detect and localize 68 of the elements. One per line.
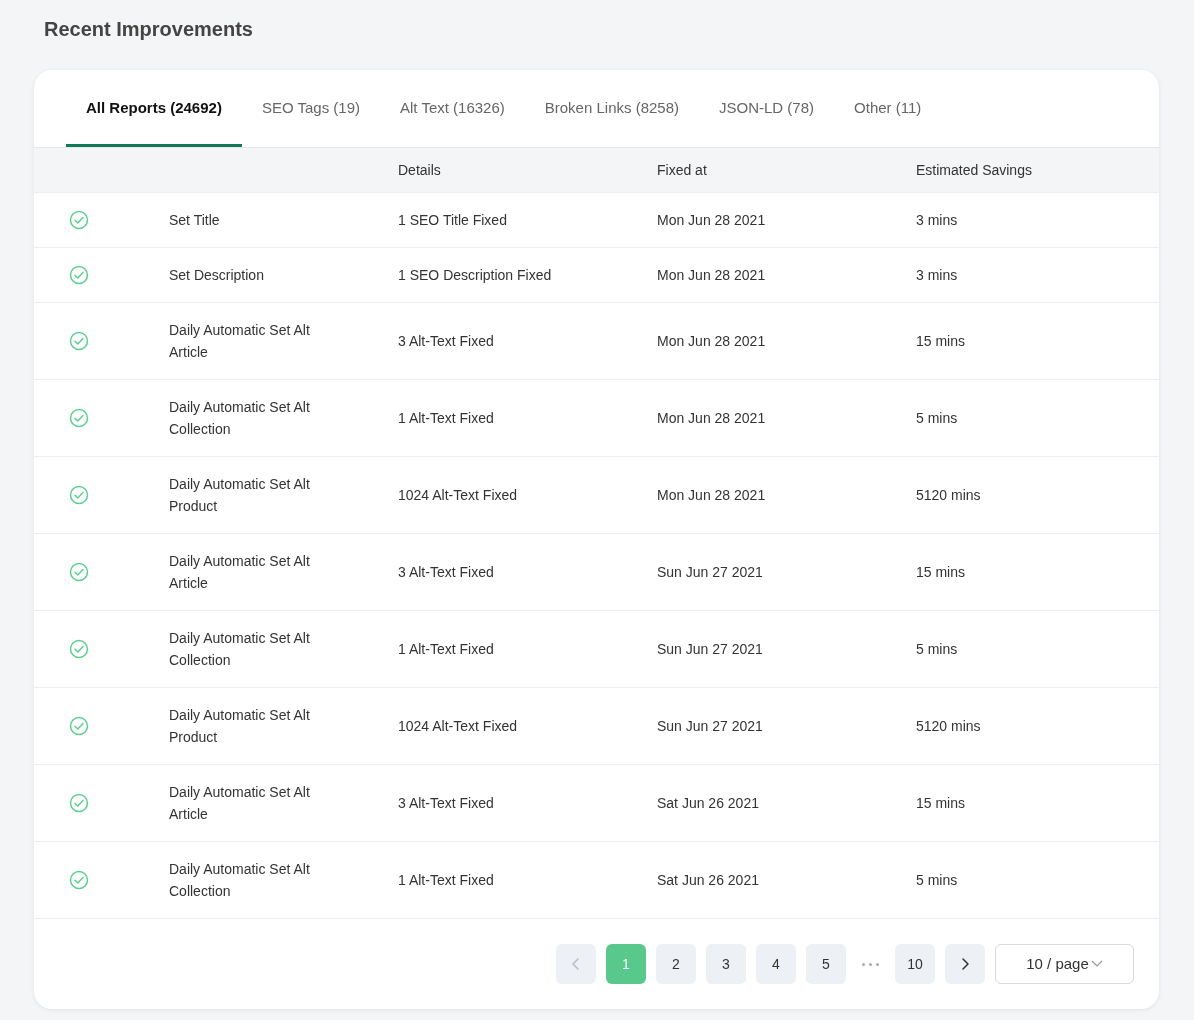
savings-cell-text: 3 mins: [916, 211, 958, 230]
savings-cell-text: 5 mins: [916, 409, 958, 428]
page-title: Recent Improvements: [44, 17, 253, 42]
page-size-select[interactable]: 10 / page: [995, 944, 1134, 984]
page-button[interactable]: 2: [656, 944, 696, 984]
details-cell-text: 1 SEO Description Fixed: [398, 266, 552, 285]
date-cell-text: Sat Jun 26 2021: [657, 871, 759, 890]
report-name: Daily Automatic Set Alt Product: [169, 475, 311, 516]
report-name: Daily Automatic Set Alt Article: [169, 321, 311, 362]
column-header: Estimated Savings: [916, 161, 1032, 178]
date-cell-text: Sat Jun 26 2021: [657, 794, 759, 813]
report-tab[interactable]: Alt Text (16326): [380, 70, 525, 147]
details-cell-text: 1 Alt-Text Fixed: [398, 409, 494, 428]
ellipsis-icon: [862, 962, 879, 966]
page-button[interactable]: 10: [895, 944, 935, 984]
report-tab[interactable]: SEO Tags (19): [241, 70, 380, 147]
check-circle-icon: [69, 716, 89, 736]
report-name: Set Title: [169, 211, 220, 230]
check-circle-icon: [69, 870, 89, 890]
report-tab[interactable]: Broken Links (8258): [524, 70, 700, 147]
savings-cell-text: 5120 mins: [916, 486, 981, 505]
details-cell-text: 3 Alt-Text Fixed: [398, 332, 494, 351]
savings-cell-text: 15 mins: [916, 563, 966, 582]
check-circle-icon: [69, 485, 89, 505]
details-cell-text: 1 SEO Title Fixed: [398, 211, 507, 230]
check-circle-icon: [69, 265, 89, 285]
check-circle-icon: [69, 210, 89, 230]
report-name: Set Description: [169, 266, 264, 285]
check-circle-icon: [69, 793, 89, 813]
page-button[interactable]: 3: [706, 944, 746, 984]
details-cell-text: 1 Alt-Text Fixed: [398, 640, 494, 659]
column-header: Fixed at: [657, 161, 707, 178]
savings-cell-text: 5 mins: [916, 871, 958, 890]
date-cell-text: Mon Jun 28 2021: [657, 486, 766, 505]
date-cell-text: Sun Jun 27 2021: [657, 563, 763, 582]
details-cell-text: 1024 Alt-Text Fixed: [398, 486, 518, 505]
check-circle-icon: [69, 408, 89, 428]
chevron-down-icon: [1090, 960, 1103, 968]
savings-cell-text: 5120 mins: [916, 717, 981, 736]
savings-cell-text: 5 mins: [916, 640, 958, 659]
details-cell-text: 1024 Alt-Text Fixed: [398, 717, 518, 736]
check-circle-icon: [69, 562, 89, 582]
report-tab[interactable]: Other (11): [834, 70, 942, 147]
date-cell-text: Mon Jun 28 2021: [657, 409, 766, 428]
column-header: Details: [398, 161, 441, 178]
details-cell-text: 3 Alt-Text Fixed: [398, 794, 494, 813]
date-cell-text: Sun Jun 27 2021: [657, 717, 763, 736]
date-cell-text: Mon Jun 28 2021: [657, 332, 766, 351]
date-cell-text: Mon Jun 28 2021: [657, 211, 766, 230]
report-name: Daily Automatic Set Alt Collection: [169, 629, 311, 670]
details-cell-text: 1 Alt-Text Fixed: [398, 871, 494, 890]
report-name: Daily Automatic Set Alt Article: [169, 783, 311, 824]
date-cell-text: Sun Jun 27 2021: [657, 640, 763, 659]
report-name: Daily Automatic Set Alt Article: [169, 552, 311, 593]
savings-cell-text: 3 mins: [916, 266, 958, 285]
report-name: Daily Automatic Set Alt Product: [169, 706, 311, 747]
page-button[interactable]: 4: [756, 944, 796, 984]
report-tab[interactable]: JSON-LD (78): [699, 70, 835, 147]
check-circle-icon: [69, 331, 89, 351]
savings-cell-text: 15 mins: [916, 794, 966, 813]
next-page-button[interactable]: [945, 944, 985, 984]
report-name: Daily Automatic Set Alt Collection: [169, 398, 311, 439]
check-circle-icon: [69, 639, 89, 659]
details-cell-text: 3 Alt-Text Fixed: [398, 563, 494, 582]
report-name: Daily Automatic Set Alt Collection: [169, 860, 311, 901]
date-cell-text: Mon Jun 28 2021: [657, 266, 766, 285]
savings-cell-text: 15 mins: [916, 332, 966, 351]
page-button[interactable]: 5: [806, 944, 846, 984]
